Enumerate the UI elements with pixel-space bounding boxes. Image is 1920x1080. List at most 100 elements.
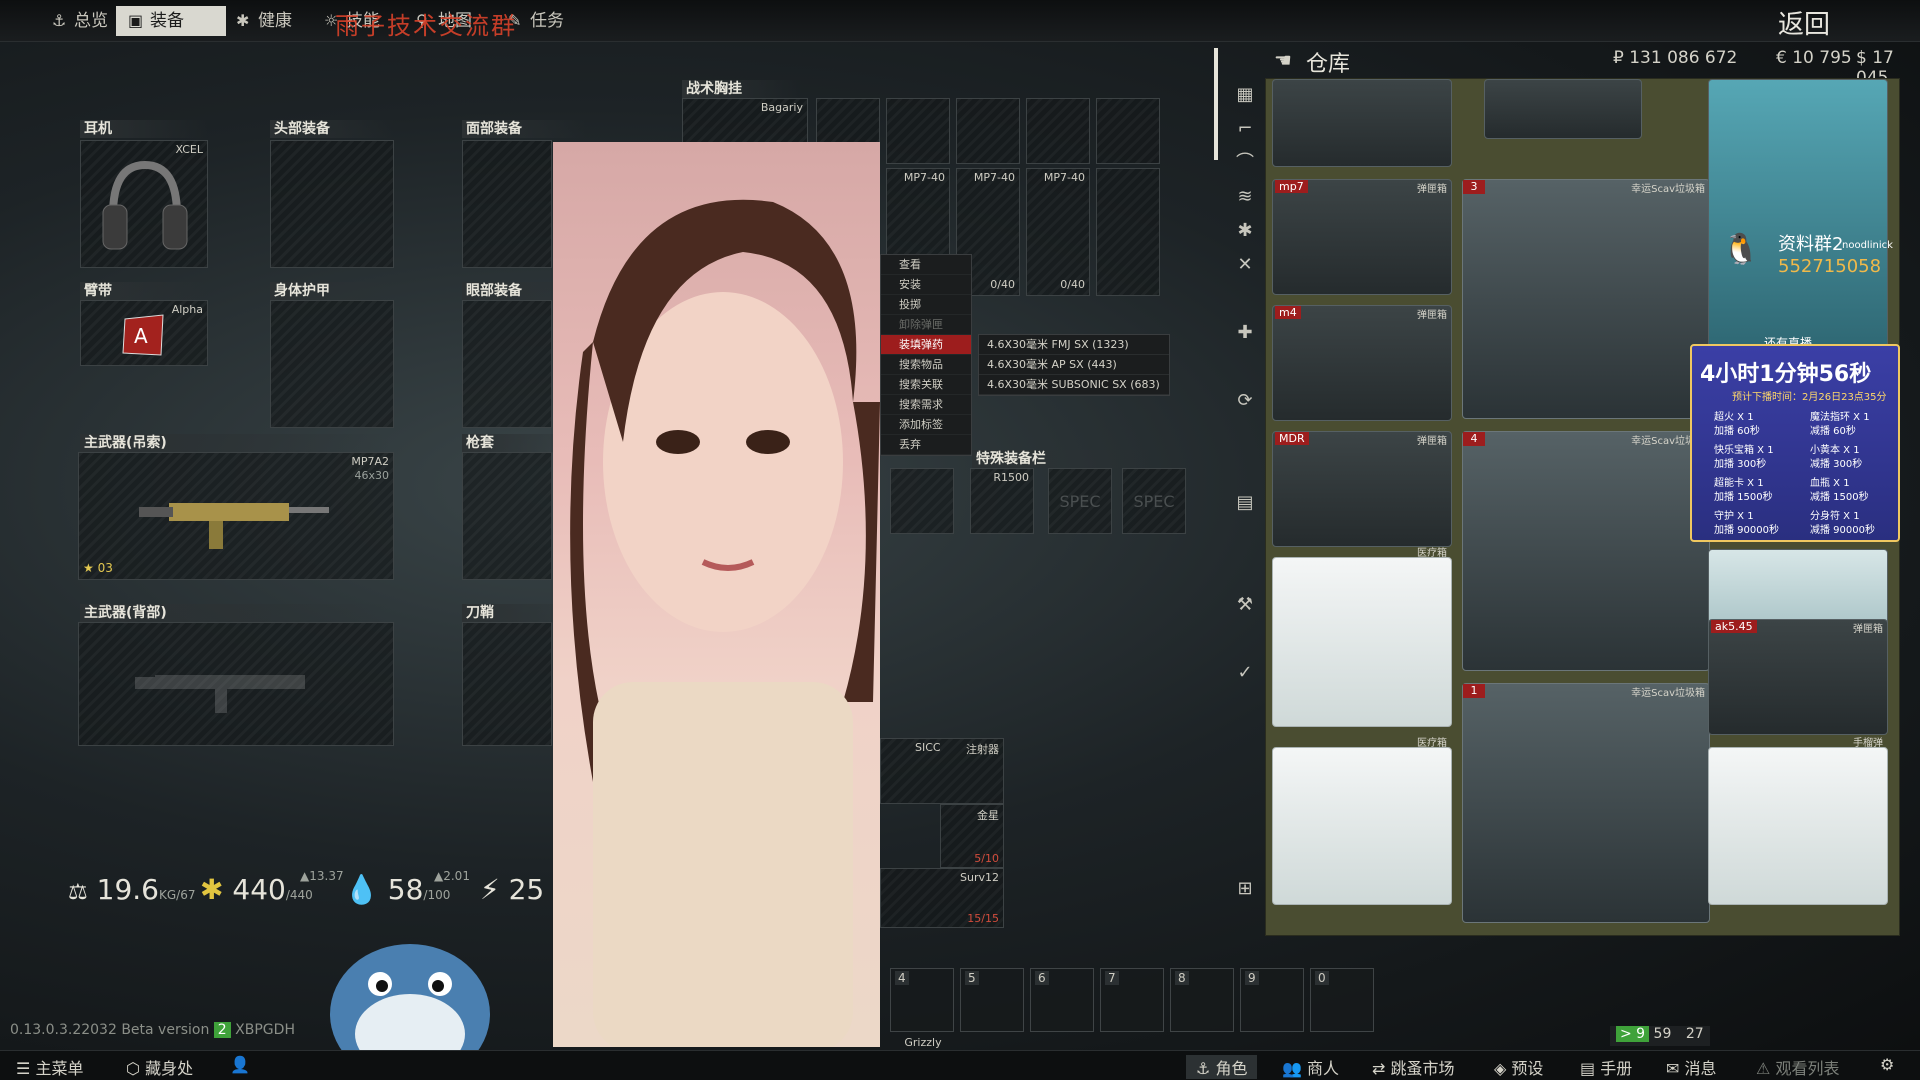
filter-weapons-icon[interactable]: ⌐ [1230,114,1260,144]
slot-earpiece[interactable]: XCEL [80,140,208,268]
rig-cell[interactable] [1096,98,1160,164]
special-slot[interactable]: R1500 [970,468,1034,534]
anchor-icon: ⚓ [1196,1059,1216,1078]
slot-holster[interactable] [462,452,552,580]
rig-cell[interactable] [1096,168,1160,296]
ctx-search-item[interactable]: 搜索物品 [881,355,971,375]
stash-scav-junkbox[interactable]: 3 幸运Scav垃圾箱 [1462,179,1710,419]
handbook-button[interactable]: ▤ 手册 [1580,1055,1632,1079]
tab-gear[interactable]: ▣ 装备 [116,6,226,36]
slot-primary-sling[interactable]: MP7A2 46x30 ★ 03 [78,452,394,580]
stash-medical-case[interactable]: 医疗箱 [1272,738,1452,905]
stash-case[interactable]: m4 弹匣箱 [1272,305,1452,421]
filter-containers-icon[interactable]: ▤ [1230,488,1260,518]
rig-cell[interactable] [956,98,1020,164]
special-slot[interactable]: SPEC [1048,468,1112,534]
pocket-item-tag: 注射器 [966,743,999,756]
slot-armor[interactable] [270,300,394,428]
pocket-slot[interactable]: SICC 注射器 [880,738,1004,804]
ammo-option[interactable]: 4.6X30毫米 AP SX (443) [979,355,1169,375]
ammo-option[interactable]: 4.6X30毫米 SUBSONIC SX (683) [979,375,1169,395]
filter-mods-icon[interactable]: ≋ [1230,182,1260,212]
tab-health[interactable]: ✱ 健康 [224,6,302,36]
stash-grenade-case[interactable]: 手榴弹 [1708,738,1888,905]
special-slot[interactable]: SPEC [1122,468,1186,534]
hotbar-slot[interactable]: 9 [1240,968,1304,1032]
back-button[interactable]: 返回 [1778,4,1830,41]
hideout-button[interactable]: ⬡ 藏身处 [126,1055,193,1079]
hotbar-slot[interactable]: 7 [1100,968,1164,1032]
character-button[interactable]: ⚓ 角色 [1186,1055,1258,1079]
ctx-unload[interactable]: 卸除弹匣 [881,315,971,335]
anchor-icon: ⚓ [52,11,67,30]
settings-gear-icon[interactable]: ⚙ [1880,1055,1894,1074]
hotbar-slot[interactable]: 6 [1030,968,1094,1032]
presets-button[interactable]: ◈ 预设 [1494,1055,1543,1079]
ammo-option[interactable]: 4.6X30毫米 FMJ SX (1323) [979,335,1169,355]
pocket-slot[interactable]: Surv12 15/15 [880,868,1004,928]
mascot-avatar [330,944,490,1054]
messages-button[interactable]: ✉ 消息 [1666,1055,1717,1079]
exchange-icon: ⇄ [1372,1059,1391,1078]
currency-rub: ₽ 131 086 672 [1613,48,1738,68]
filter-melee-icon[interactable]: ✕ [1230,250,1260,280]
hotbar-slot[interactable]: 0 [1310,968,1374,1032]
ctx-discard[interactable]: 丢弃 [881,435,971,455]
slot-primary-back[interactable] [78,622,394,746]
flea-market-button[interactable]: ⇄ 跳蚤市场 [1372,1055,1455,1079]
bottom-nav: ☰ 主菜单 ⬡ 藏身处 👤 ⚓ 角色 👥 商人 ⇄ 跳蚤市场 ◈ 预设 ▤ 手册… [0,1050,1920,1080]
stash-case[interactable]: mp7 弹匣箱 [1272,179,1452,295]
main-menu-button[interactable]: ☰ 主菜单 [16,1055,83,1079]
filter-barter-icon[interactable]: ⟳ [1230,386,1260,416]
slot-headwear[interactable] [270,140,394,268]
slot-label-headwear: 头部装备 [270,120,394,138]
ctx-search-related[interactable]: 搜索关联 [881,375,971,395]
slot-scabbard[interactable] [462,622,552,746]
stash-case[interactable]: MDR 弹匣箱 [1272,431,1452,547]
slot-facecover[interactable] [462,140,552,268]
ctx-install[interactable]: 安装 [881,275,971,295]
slot-rig[interactable]: Bagariy [682,98,808,146]
weapon-level: ★ 03 [83,561,113,575]
hydration-stat: 💧 58/100 ▲2.01 [344,869,470,906]
grid-view-icon[interactable]: ⊞ [1230,874,1260,904]
watchlist-button[interactable]: ⚠ 观看列表 [1756,1055,1839,1079]
handbook-icon: ▤ [1580,1059,1601,1078]
rig-cell[interactable] [1026,98,1090,164]
stash-case[interactable] [1484,79,1642,139]
hotbar-slot[interactable]: 5 [960,968,1024,1032]
currency-eur: € 10 795 [1776,48,1852,68]
rig-cell[interactable] [886,98,950,164]
filter-all-icon[interactable]: ▦ [1230,80,1260,110]
tab-overview[interactable]: ⚓ 总览 [40,6,118,36]
stash-case[interactable]: ak5.45 弹匣箱 [1708,619,1888,735]
filter-medical-icon[interactable]: ✱ [1230,216,1260,246]
slot-eyewear[interactable] [462,300,552,428]
profile-icon[interactable]: 👤 [230,1055,250,1074]
rig-item-name: Bagariy [760,101,803,114]
slot-label-rig: 战术胸挂 [682,80,802,98]
ctx-throw[interactable]: 投掷 [881,295,971,315]
hotbar-slot[interactable]: 4 Grizzly [890,968,954,1049]
filter-quest-icon[interactable]: ✓ [1230,658,1260,688]
ctx-search-required[interactable]: 搜索需求 [881,395,971,415]
traders-button[interactable]: 👥 商人 [1282,1055,1339,1079]
ctx-load-ammo[interactable]: 装填弹药 [881,335,971,355]
slot-armband[interactable]: Alpha A [80,300,208,366]
ctx-add-tag[interactable]: 添加标签 [881,415,971,435]
stash-medical-case[interactable]: 医疗箱 [1272,548,1452,727]
pocket-slot[interactable]: 金星 5/10 [940,804,1004,868]
stash-scav-junkbox[interactable]: 1 幸运Scav垃圾箱 [1462,683,1710,923]
filter-meds-icon[interactable]: ✚ [1230,318,1260,348]
stash-backpack[interactable] [1708,79,1888,349]
filter-tools-icon[interactable]: ⚒ [1230,590,1260,620]
rig-mag-slot[interactable]: MP7-40 0/40 [1026,168,1090,296]
ctx-inspect[interactable]: 查看 [881,255,971,275]
stash-case[interactable] [1272,79,1452,167]
filter-armor-icon[interactable]: ⌒ [1230,148,1260,178]
special-item-name: R1500 [993,471,1029,484]
hotbar-slot[interactable]: 8 [1170,968,1234,1032]
qq-group-overlay: 🐧 资料群2 noodlinick 552715058 [1722,232,1893,277]
stash-scav-junkbox[interactable]: 4 幸运Scav垃圾箱 [1462,431,1710,671]
special-slot[interactable] [890,468,954,534]
